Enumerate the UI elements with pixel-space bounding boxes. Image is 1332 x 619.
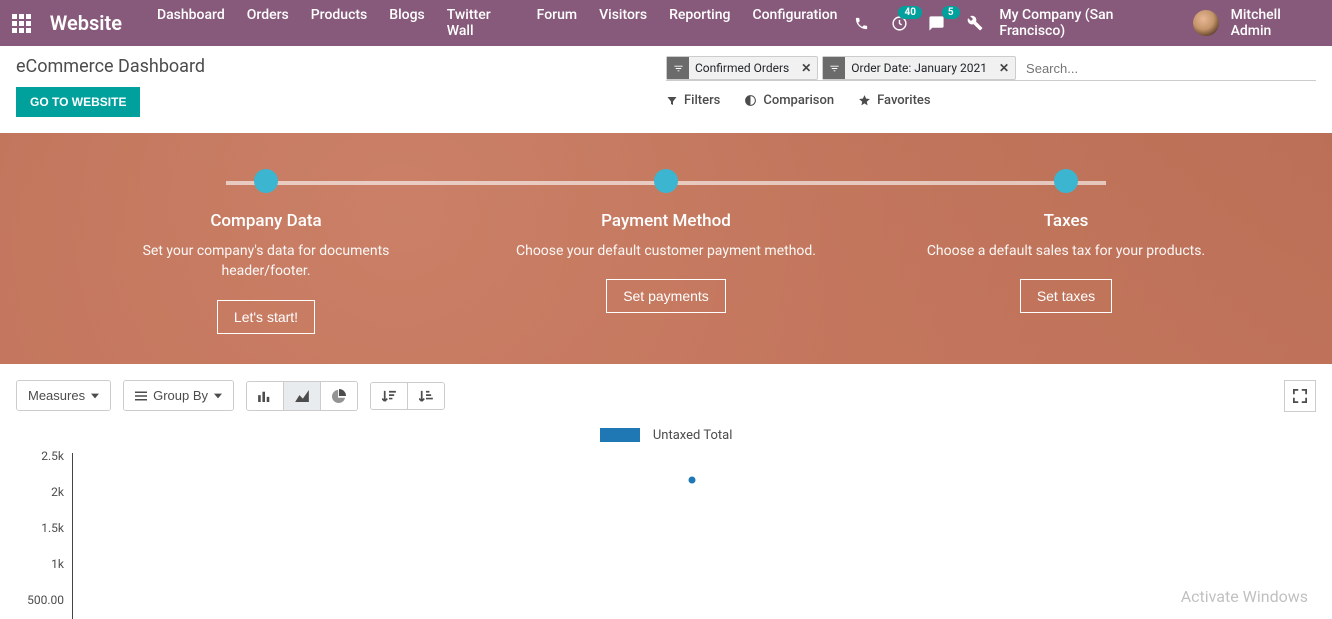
sort-asc-button[interactable]: [408, 383, 444, 409]
filters-button[interactable]: Filters: [666, 93, 720, 108]
facet-label: Confirmed Orders: [689, 61, 795, 75]
pie-chart-button[interactable]: [321, 382, 357, 410]
brand[interactable]: Website: [50, 11, 122, 35]
step-desc: Set your company's data for documents he…: [116, 241, 416, 282]
line-chart-button[interactable]: [284, 382, 321, 410]
step-dot: [254, 169, 278, 193]
chart-legend: Untaxed Total: [16, 428, 1316, 443]
step-dot: [1054, 169, 1078, 193]
page-title: eCommerce Dashboard: [16, 56, 205, 77]
legend-swatch: [600, 428, 640, 442]
step-dot: [654, 169, 678, 193]
ytick: 500.00: [16, 593, 64, 607]
datapoint: [689, 476, 696, 483]
chat-badge: 5: [942, 6, 960, 19]
sort-desc-button[interactable]: [371, 383, 408, 409]
chat-icon[interactable]: 5: [924, 10, 950, 36]
filter-facet-confirmed: Confirmed Orders ✕: [666, 56, 818, 80]
plot: [72, 453, 1316, 619]
topbar-right: 40 5 My Company (San Francisco) Mitchell…: [848, 7, 1324, 39]
step-company-data: Company Data Set your company's data for…: [116, 169, 416, 334]
nav-products[interactable]: Products: [300, 0, 379, 53]
nav-visitors[interactable]: Visitors: [588, 0, 658, 53]
control-row: eCommerce Dashboard GO TO WEBSITE Confir…: [0, 46, 1332, 117]
go-to-website-button[interactable]: GO TO WEBSITE: [16, 87, 140, 117]
step-taxes: Taxes Choose a default sales tax for you…: [916, 169, 1216, 334]
step-button-payment[interactable]: Set payments: [606, 279, 726, 313]
groupby-button[interactable]: Group By: [124, 381, 233, 410]
user-menu[interactable]: Mitchell Admin: [1231, 7, 1324, 39]
nav-dashboard[interactable]: Dashboard: [146, 0, 236, 53]
funnel-icon: [823, 57, 845, 79]
company-switcher[interactable]: My Company (San Francisco): [999, 7, 1180, 39]
facet-remove[interactable]: ✕: [993, 61, 1015, 75]
bar-chart-button[interactable]: [247, 382, 284, 410]
chart-toolbar: Measures Group By: [0, 364, 1332, 428]
chart: 2.5k 2k 1.5k 1k 500.00: [16, 449, 1316, 619]
clock-badge: 40: [898, 6, 921, 19]
search-input[interactable]: [1020, 56, 1316, 80]
comparison-label: Comparison: [763, 93, 834, 108]
nav-twitter-wall[interactable]: Twitter Wall: [436, 0, 526, 53]
tools-icon[interactable]: [962, 10, 988, 36]
step-title: Company Data: [116, 211, 416, 231]
watermark: Activate Windows: [1181, 587, 1308, 606]
measures-label: Measures: [28, 388, 85, 403]
favorites-label: Favorites: [877, 93, 930, 108]
phone-icon[interactable]: [848, 10, 874, 36]
funnel-icon: [667, 57, 689, 79]
filters-label: Filters: [684, 93, 720, 108]
search-bar: Confirmed Orders ✕ Order Date: January 2…: [666, 56, 1316, 81]
ytick: 2k: [16, 485, 64, 499]
step-title: Taxes: [916, 211, 1216, 231]
comparison-button[interactable]: Comparison: [744, 93, 834, 108]
ytick: 1k: [16, 557, 64, 571]
avatar[interactable]: [1193, 10, 1219, 36]
chart-area: Untaxed Total 2.5k 2k 1.5k 1k 500.00 Act…: [0, 428, 1332, 619]
facet-remove[interactable]: ✕: [795, 61, 817, 75]
filter-facet-orderdate: Order Date: January 2021 ✕: [822, 56, 1016, 80]
groupby-label: Group By: [153, 388, 208, 403]
ytick: 1.5k: [16, 521, 64, 535]
step-title: Payment Method: [516, 211, 816, 231]
step-desc: Choose your default customer payment met…: [516, 241, 816, 261]
topbar: Website Dashboard Orders Products Blogs …: [0, 0, 1332, 46]
step-button-taxes[interactable]: Set taxes: [1020, 279, 1112, 313]
nav-reporting[interactable]: Reporting: [658, 0, 741, 53]
nav-forum[interactable]: Forum: [526, 0, 588, 53]
main-nav: Dashboard Orders Products Blogs Twitter …: [146, 0, 848, 53]
nav-configuration[interactable]: Configuration: [741, 0, 848, 53]
expand-button[interactable]: [1284, 380, 1316, 412]
nav-orders[interactable]: Orders: [236, 0, 300, 53]
measures-button[interactable]: Measures: [17, 381, 110, 410]
apps-icon[interactable]: [8, 9, 36, 37]
step-payment-method: Payment Method Choose your default custo…: [516, 169, 816, 334]
legend-label: Untaxed Total: [653, 428, 732, 443]
search-options: Filters Comparison Favorites: [666, 81, 1316, 112]
onboarding-banner: Company Data Set your company's data for…: [0, 133, 1332, 364]
step-button-company[interactable]: Let's start!: [217, 300, 315, 334]
favorites-button[interactable]: Favorites: [858, 93, 930, 108]
ytick: 2.5k: [16, 449, 64, 463]
nav-blogs[interactable]: Blogs: [378, 0, 436, 53]
step-desc: Choose a default sales tax for your prod…: [916, 241, 1216, 261]
facet-label: Order Date: January 2021: [845, 61, 993, 75]
clock-icon[interactable]: 40: [886, 10, 912, 36]
